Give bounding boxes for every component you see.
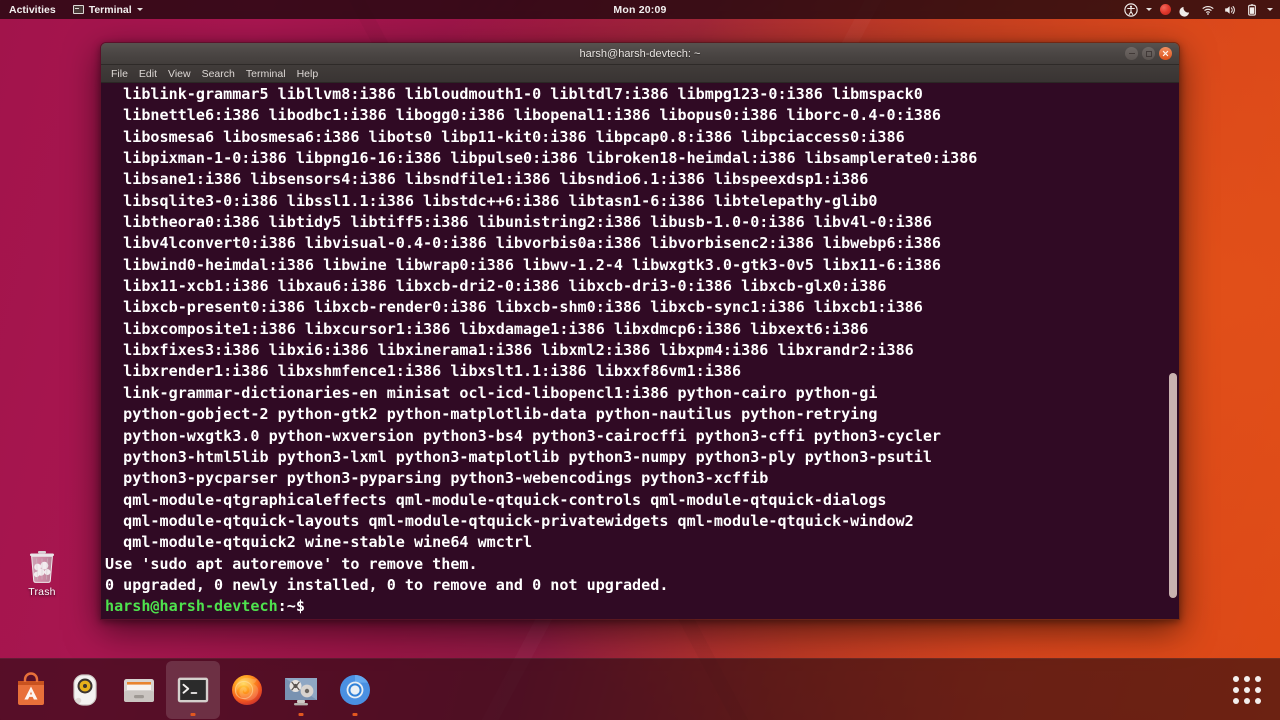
terminal-line: libxcomposite1:i386 libxcursor1:i386 lib… (105, 319, 869, 338)
terminal-line: libosmesa6 libosmesa6:i386 libots0 libp1… (105, 127, 905, 146)
prompt-user-host: harsh@harsh-devtech (105, 597, 278, 616)
firefox-icon (232, 674, 262, 705)
files-nautilus-icon (124, 678, 154, 702)
minimize-button[interactable] (1125, 47, 1138, 60)
terminal-line: Use 'sudo apt autoremove' to remove them… (105, 554, 478, 573)
running-indicator (352, 712, 358, 716)
chevron-down-icon (136, 8, 143, 11)
dock (0, 658, 1280, 720)
terminal-line: python-wxgtk3.0 python-wxversion python3… (105, 426, 942, 445)
terminal-scrollbar-thumb[interactable] (1169, 373, 1177, 598)
terminal-line: libsane1:i386 libsensors4:i386 libsndfil… (105, 170, 869, 189)
terminal-line: libwind0-heimdal:i386 libwine libwrap0:i… (105, 255, 942, 274)
running-indicator (190, 712, 196, 716)
volume-icon[interactable] (1223, 3, 1237, 17)
terminal-menubar: File Edit View Search Terminal Help (101, 65, 1179, 83)
app-menu-terminal[interactable]: Terminal (71, 4, 145, 16)
trash-icon (30, 551, 54, 583)
terminal-line: libtheora0:i386 libtidy5 libtiff5:i386 l… (105, 213, 932, 232)
system-menu-caret-icon[interactable] (1267, 8, 1273, 11)
terminal-window[interactable]: harsh@harsh-devtech: ~ File Edit View Se… (100, 42, 1180, 620)
dock-item-media-player[interactable] (274, 661, 328, 719)
maximize-button[interactable] (1142, 47, 1155, 60)
clock-area: Mon 20:09 (0, 4, 1280, 16)
rhythmbox-icon (73, 673, 97, 706)
ubuntu-software-icon (18, 671, 44, 705)
terminal-line: qml-module-qtquick2 wine-stable wine64 w… (105, 533, 533, 552)
close-button[interactable] (1159, 47, 1172, 60)
dock-item-chromium[interactable] (328, 661, 382, 719)
window-controls (1125, 47, 1179, 60)
system-tray (1124, 2, 1273, 17)
terminal-line: 0 upgraded, 0 newly installed, 0 to remo… (105, 575, 669, 594)
terminal-line: qml-module-qtquick-layouts qml-module-qt… (105, 511, 914, 530)
trash-label: Trash (28, 586, 56, 598)
menu-view[interactable]: View (163, 67, 196, 81)
accessibility-icon[interactable] (1124, 2, 1138, 17)
grid-dot-icon (1255, 697, 1261, 704)
terminal-title: harsh@harsh-devtech: ~ (579, 47, 701, 60)
terminal-prompt: harsh@harsh-devtech:~$ (105, 596, 1179, 617)
running-indicator (298, 712, 304, 716)
grid-dot-icon (1233, 686, 1239, 693)
grid-dot-icon (1255, 686, 1261, 693)
menu-search[interactable]: Search (197, 67, 240, 81)
dock-item-terminal[interactable] (166, 660, 220, 719)
terminal-line: libnettle6:i386 libodbc1:i386 libogg0:i3… (105, 106, 942, 125)
terminal-line: python3-pycparser python3-pyparsing pyth… (105, 469, 769, 488)
grid-dot-icon (1255, 675, 1261, 682)
chromium-icon (340, 674, 370, 705)
app-menu-label: Terminal (88, 3, 132, 16)
tray-dropdown-caret-icon[interactable] (1146, 8, 1152, 11)
prompt-separator: :~$ (277, 597, 315, 616)
wifi-icon[interactable] (1201, 3, 1215, 17)
grid-dot-icon (1244, 675, 1250, 682)
terminal-line: libxcb-present0:i386 libxcb-render0:i386… (105, 298, 923, 317)
clock[interactable]: Mon 20:09 (613, 4, 666, 16)
night-light-moon-icon[interactable] (1179, 3, 1193, 17)
terminal-line: python-gobject-2 python-gtk2 python-matp… (105, 405, 878, 424)
terminal-text: liblink-grammar5 libllvm8:i386 libloudmo… (103, 84, 1179, 618)
close-icon (1162, 50, 1169, 57)
dock-item-firefox[interactable] (220, 661, 274, 719)
top-bar: Activities Terminal Mon 20:09 (0, 0, 1280, 19)
menu-edit[interactable]: Edit (134, 67, 162, 81)
terminal-line: libxfixes3:i386 libxi6:i386 libxinerama1… (105, 341, 914, 360)
menu-help[interactable]: Help (292, 67, 324, 81)
grid-dot-icon (1233, 697, 1239, 704)
recording-indicator-icon[interactable] (1160, 4, 1171, 15)
dock-item-files[interactable] (112, 661, 166, 719)
dock-item-ubuntu-software[interactable] (4, 661, 58, 719)
terminal-icon (72, 5, 84, 14)
terminal-scrollbar[interactable] (1166, 83, 1179, 619)
terminal-line: libv4lconvert0:i386 libvisual-0.4-0:i386… (105, 234, 942, 253)
dock-apps (0, 660, 382, 719)
grid-dot-icon (1244, 686, 1250, 693)
media-player-icon (285, 677, 317, 705)
battery-icon[interactable] (1245, 3, 1259, 17)
terminal-line: link-grammar-dictionaries-en minisat ocl… (105, 383, 878, 402)
desktop-icon-trash[interactable]: Trash (14, 548, 70, 598)
activities-button[interactable]: Activities (7, 4, 58, 16)
terminal-titlebar[interactable]: harsh@harsh-devtech: ~ (101, 43, 1179, 65)
grid-dot-icon (1233, 675, 1239, 682)
terminal-line: libpixman-1-0:i386 libpng16-16:i386 libp… (105, 149, 978, 168)
terminal-icon (177, 677, 209, 702)
terminal-line: libsqlite3-0:i386 libssl1.1:i386 libstdc… (105, 191, 878, 210)
menu-file[interactable]: File (106, 67, 133, 81)
show-applications-button[interactable] (1220, 661, 1274, 719)
terminal-line: qml-module-qtgraphicaleffects qml-module… (105, 490, 887, 509)
terminal-line: liblink-grammar5 libllvm8:i386 libloudmo… (105, 85, 923, 103)
menu-terminal[interactable]: Terminal (241, 67, 291, 81)
top-bar-left: Activities Terminal (7, 4, 145, 16)
terminal-output-area[interactable]: liblink-grammar5 libllvm8:i386 libloudmo… (101, 83, 1179, 619)
terminal-line: libx11-xcb1:i386 libxau6:i386 libxcb-dri… (105, 277, 887, 296)
grid-dot-icon (1244, 697, 1250, 704)
activities-label: Activities (9, 3, 56, 16)
terminal-line: libxrender1:i386 libxshmfence1:i386 libx… (105, 362, 742, 381)
dock-item-rhythmbox[interactable] (58, 661, 112, 719)
terminal-line: python3-html5lib python3-lxml python3-ma… (105, 447, 932, 466)
